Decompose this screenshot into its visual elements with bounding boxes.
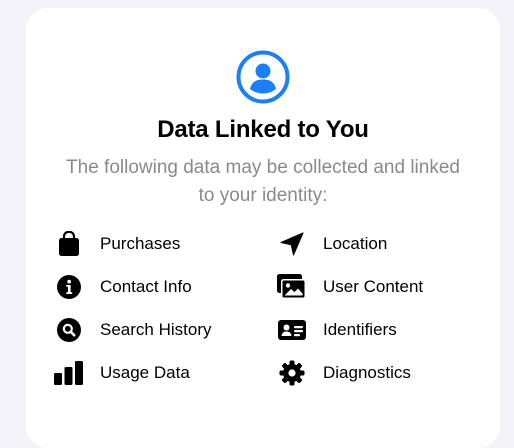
data-item-label: Location (323, 234, 388, 253)
section-title: Data Linked to You (157, 116, 369, 143)
data-item-label: Contact Info (100, 277, 192, 296)
data-item-purchases: Purchases (54, 229, 180, 259)
location-arrow-icon (277, 229, 307, 259)
data-item-identifiers: Identifiers (277, 315, 397, 345)
search-icon (54, 315, 84, 345)
photos-icon (277, 272, 307, 302)
data-item-location: Location (277, 229, 387, 259)
data-item-label: Usage Data (100, 363, 190, 382)
section-subtitle: The following data may be collected and … (66, 157, 460, 206)
data-item-label: User Content (323, 277, 424, 296)
data-item-user-content: User Content (277, 272, 423, 302)
chart-bars-icon (54, 358, 84, 388)
data-item-contact-info: Contact Info (54, 272, 192, 302)
data-item-label: Purchases (100, 234, 181, 253)
info-icon (54, 272, 84, 302)
gear-icon (277, 358, 307, 388)
data-item-label: Diagnostics (323, 363, 411, 382)
data-item-diagnostics: Diagnostics (277, 358, 411, 388)
bag-icon (54, 229, 84, 259)
person-circle-icon (236, 50, 290, 104)
data-item-label: Search History (100, 320, 212, 339)
data-item-usage-data: Usage Data (54, 358, 190, 388)
privacy-card: Data Linked to You The following data ma… (26, 8, 500, 448)
data-item-search-history: Search History (54, 315, 211, 345)
id-card-icon (277, 315, 307, 345)
data-item-label: Identifiers (323, 320, 397, 339)
